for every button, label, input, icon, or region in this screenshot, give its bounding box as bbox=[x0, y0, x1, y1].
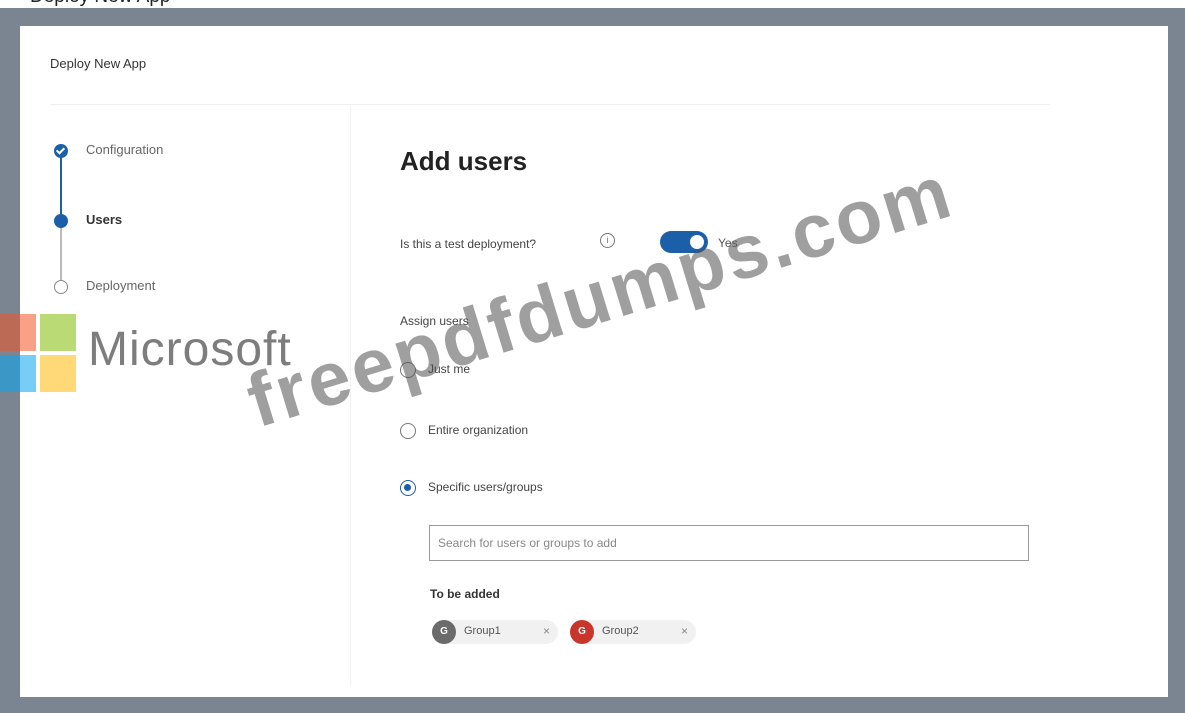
top-caption-text: Deploy New App bbox=[30, 0, 170, 8]
chip-label: Group2 bbox=[602, 625, 639, 637]
avatar: G bbox=[570, 620, 594, 644]
to-be-added-label: To be added bbox=[430, 587, 500, 601]
step-connector-2 bbox=[60, 226, 62, 280]
logo-square bbox=[0, 355, 36, 392]
current-step-icon bbox=[54, 214, 68, 228]
radio-button[interactable] bbox=[400, 480, 416, 496]
title-divider bbox=[50, 104, 1050, 105]
search-input[interactable] bbox=[429, 525, 1029, 561]
avatar: G bbox=[432, 620, 456, 644]
top-caption: Deploy New App bbox=[0, 0, 1185, 8]
radio-label: Specific users/groups bbox=[428, 480, 543, 494]
close-icon[interactable]: × bbox=[543, 624, 550, 638]
radio-button[interactable] bbox=[400, 423, 416, 439]
test-deployment-label: Is this a test deployment? bbox=[400, 237, 537, 251]
check-icon bbox=[54, 144, 68, 158]
step-connector-1 bbox=[60, 150, 62, 214]
step-label: Deployment bbox=[86, 278, 156, 293]
logo-square bbox=[40, 355, 76, 392]
logo-square bbox=[0, 314, 36, 351]
chip-label: Group1 bbox=[464, 625, 501, 637]
close-icon[interactable]: × bbox=[681, 624, 688, 638]
chip-group1[interactable]: G Group1 × bbox=[432, 620, 558, 644]
chip-group2[interactable]: G Group2 × bbox=[570, 620, 696, 644]
logo-square bbox=[40, 314, 76, 351]
pending-step-icon bbox=[54, 280, 68, 294]
step-label: Configuration bbox=[86, 142, 164, 157]
window-title: Deploy New App bbox=[50, 56, 147, 71]
radio-label: Entire organization bbox=[428, 423, 529, 437]
microsoft-logo-icon bbox=[0, 314, 78, 396]
step-label: Users bbox=[86, 212, 123, 227]
page-title: Add users bbox=[400, 146, 528, 176]
info-icon[interactable]: i bbox=[600, 233, 615, 248]
